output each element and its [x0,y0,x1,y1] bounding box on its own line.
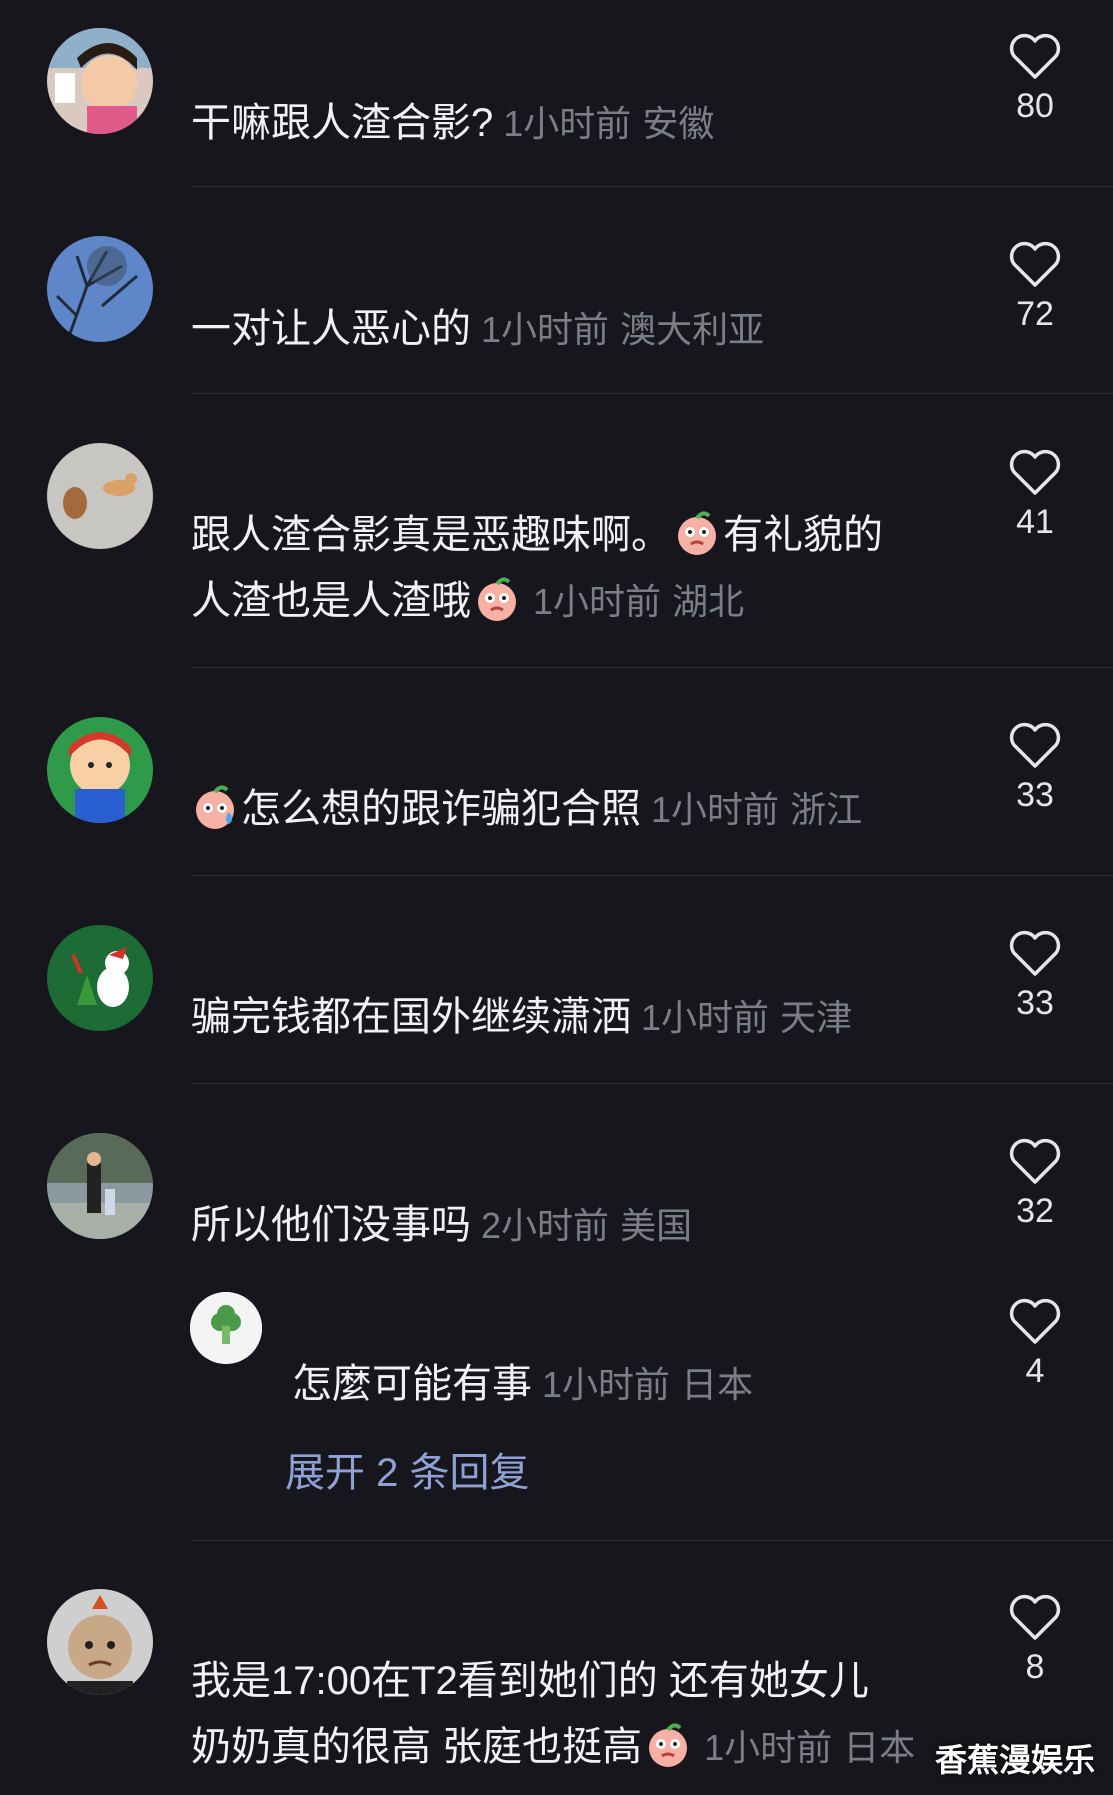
comment-text: 干嘛跟人渣合影? 1小时前 安徽 [191,90,951,157]
comment-time: 1小时前 [481,309,610,350]
comment-body-line1: 跟人渣合影真是恶趣味啊。 [191,513,671,557]
comment-location: 美国 [620,1205,693,1246]
divider [191,393,1113,394]
comment-time: 1小时前 [503,103,632,144]
comment-time: 1小时前 [651,789,780,830]
heart-icon [1009,241,1061,287]
comment-location: 湖北 [672,581,745,622]
divider [191,186,1113,187]
comment-body: 一对让人恶心的 [191,307,471,351]
like-count: 41 [1016,503,1054,541]
like-button[interactable]: 80 [990,33,1080,126]
reply-location: 日本 [681,1364,754,1405]
comment-body: 干嘛跟人渣合影? [191,101,494,145]
heart-icon [1009,722,1061,768]
reply-time: 1小时前 [542,1364,671,1405]
peach-emoji-icon [649,1723,688,1767]
like-count: 32 [1016,1192,1054,1230]
divider [191,875,1113,876]
divider [191,1083,1113,1084]
comment-text: 所以他们没事吗 2小时前 美国 [191,1192,951,1259]
sweat-peach-emoji-icon [196,785,234,829]
divider [191,1540,1113,1541]
like-count: 72 [1016,295,1054,333]
comment-text: 跟人渣合影真是恶趣味啊。 有礼貌的 人渣也是人渣哦 1小时前 湖北 [191,502,951,635]
avatar[interactable] [47,236,153,342]
comment-text: 骗完钱都在国外继续潇洒 1小时前 天津 [191,984,951,1051]
heart-icon [1009,1594,1061,1640]
like-button[interactable]: 8 [990,1594,1080,1687]
heart-icon [1009,1298,1061,1344]
comment-text: 一对让人恶心的 1小时前 澳大利亚 [191,296,951,363]
like-count: 33 [1016,984,1054,1022]
avatar[interactable] [47,443,153,549]
watermark: 香蕉漫娱乐 [934,1742,1095,1778]
like-count: 8 [1025,1648,1045,1686]
avatar[interactable] [47,717,153,823]
comment-location: 日本 [843,1727,916,1768]
reply-avatar[interactable] [190,1292,262,1364]
comment-text: 我是17:00在T2看到她们的 还有她女儿 奶奶真的很高 张庭也挺高 1小时前 日… [191,1648,951,1781]
reply-body: 怎麼可能有事 [292,1362,532,1406]
peach-emoji-icon [678,511,716,555]
comment-time: 2小时前 [481,1205,610,1246]
comment-time: 1小时前 [641,997,770,1038]
avatar[interactable] [47,1589,153,1695]
like-count: 4 [1025,1352,1045,1390]
reply-text: 怎麼可能有事 1小时前 日本 [292,1354,753,1415]
avatar[interactable] [47,28,153,134]
comment-body-line2: 人渣也是人渣哦 [191,579,471,623]
comment-time: 1小时前 [704,1727,833,1768]
like-button[interactable]: 72 [990,241,1080,334]
like-button[interactable]: 41 [990,449,1080,542]
comment-body: 所以他们没事吗 [191,1203,471,1247]
like-button[interactable]: 33 [990,722,1080,815]
expand-replies-link[interactable]: 展开 2 条回复 [285,1440,529,1498]
comment-body-line2: 奶奶真的很高 张庭也挺高 [191,1725,643,1769]
avatar[interactable] [47,925,153,1031]
heart-icon [1009,930,1061,976]
comment-body: 骗完钱都在国外继续潇洒 [191,995,631,1039]
comment-time: 1小时前 [533,581,662,622]
like-button[interactable]: 4 [990,1298,1080,1391]
avatar[interactable] [47,1133,153,1239]
like-count: 33 [1016,776,1054,814]
comment-body-line1b: 有礼貌的 [723,513,883,557]
divider [191,667,1113,668]
comment-body: 怎么想的跟诈骗犯合照 [241,787,641,831]
like-count: 80 [1016,87,1054,125]
heart-icon [1009,33,1061,79]
comment-text: 怎么想的跟诈骗犯合照 1小时前 浙江 [191,776,951,843]
comment-body-line1: 我是17:00在T2看到她们的 还有她女儿 [191,1659,869,1703]
comment-location: 浙江 [790,789,863,830]
like-button[interactable]: 33 [990,930,1080,1023]
heart-icon [1009,449,1061,495]
like-button[interactable]: 32 [990,1138,1080,1231]
heart-icon [1009,1138,1061,1184]
comment-location: 天津 [780,997,853,1038]
peach-emoji-icon [478,577,516,621]
comment-location: 澳大利亚 [620,309,765,350]
comment-location: 安徽 [642,103,715,144]
